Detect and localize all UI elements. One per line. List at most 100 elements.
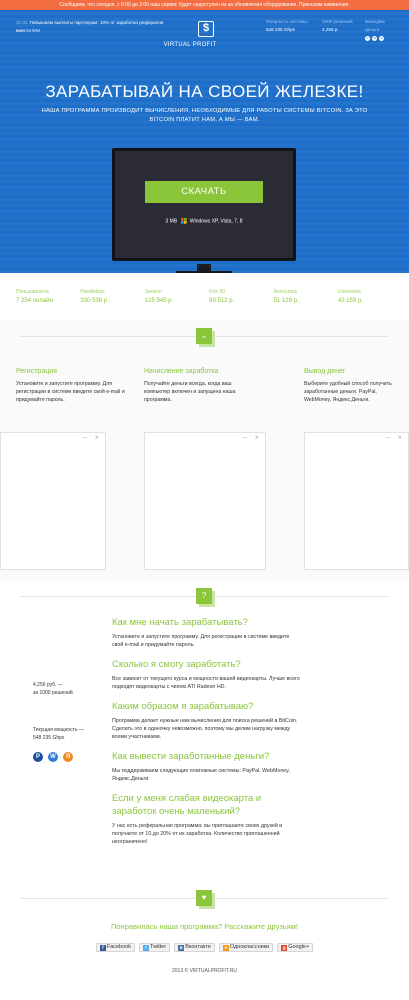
hero-headline: ЗАРАБАТЫВАЙ НА СВОЕЙ ЖЕЛЕЗКЕ! [45,82,364,101]
ad-placeholder: — ✕ [304,432,409,570]
step-text: Выберите удобный способ получить заработ… [304,381,392,403]
share-label: Одноклассники [229,944,270,950]
maintenance-alert: Сообщаем, что сегодня, с 0:00 до 2:00 на… [0,0,409,10]
earnings-rate-note: 4,256 руб. — за 1000 решений [33,682,73,697]
share-buttons: f Facebook t Twitter в Вконтакте о Однокласс… [0,943,409,952]
user-value: 330 536 р. [80,298,109,304]
faq-question: Если у меня слабая видеокарта и заработо… [112,793,262,817]
yandex-money-icon: Я [63,752,73,762]
share-title: Понравилась наша программа? Расскажите д… [110,922,299,931]
faq-section: Как мне начать зарабатывать? Установите … [112,616,302,855]
list-item: Username 42 159 р. [338,289,396,304]
news-date: 31.04 [16,20,28,25]
faq-answer: Программа делает нужные нам вычисления д… [112,718,298,740]
note-line: 4,256 руб. — [33,682,63,688]
payout-methods-stat: Выводим деньги P W Я [365,18,396,41]
paypal-icon: P [365,36,370,41]
faq-question: Сколько я смогу заработать? [112,659,241,670]
step-title: Начисление заработка [144,368,219,375]
user-name: Kira 90 [209,289,226,295]
webmoney-icon: W [372,36,377,41]
file-size: 3 MB [165,218,178,225]
vkontakte-icon: в [178,944,185,951]
monitor-base [176,271,232,273]
facebook-icon: f [99,944,106,951]
step-registration: Регистрация Установите и запустите прогр… [16,368,126,404]
payment-systems: P W Я [33,752,73,762]
download-info: 3 MB Windows XP, Vista, 7, 8 [115,218,293,224]
supported-os: Windows XP, Vista, 7, 8 [189,218,243,225]
user-name: Пользователи [16,289,49,295]
user-name: Anonymus [273,289,298,295]
vkontakte-share-button[interactable]: в Вконтакте [174,943,215,952]
list-item: Kira 90 89 512 р. [209,289,267,304]
google-plus-icon: g [281,944,288,951]
google-plus-share-button[interactable]: g Google+ [277,943,314,952]
dollar-logo-icon[interactable]: $ [198,21,214,37]
faq-question: Как мне начать зарабатывать? [112,617,248,628]
faq-answer: У нас есть реферальная программа: вы при… [112,823,283,845]
user-name: Parallelsss [80,289,105,295]
ad-placeholder: — ✕ [144,432,266,570]
news-ticker[interactable]: 31.04 Повышаем выплаты партнерам: 10% от … [16,19,166,35]
step-withdraw: Вывод денег Выберите удобный способ полу… [304,368,396,404]
list-item: Пользователи 7 254 онлайн [16,289,74,304]
odnoklassniki-icon: о [222,944,229,951]
rate-stat: 1000 решений 4,256 р. [322,18,353,34]
webmoney-icon: W [48,752,58,762]
share-label: Twitter [149,944,167,950]
user-value: 42 159 р. [337,298,363,304]
faq-answer: Установите и запустите программу. Для ре… [112,634,290,648]
stat-label: 1000 решений [322,19,353,24]
list-item: Anonymus 51 129 р. [274,289,332,304]
top-users-list: Пользователи 7 254 онлайн Parallelsss 330 … [16,289,396,304]
news-text: Повышаем выплаты партнерам: 10% от зараб… [16,20,164,33]
twitter-share-button[interactable]: t Twitter [138,943,171,952]
system-power-stat: Мощность системы 548 235 Ghps [266,18,308,34]
ad-placeholder: — ✕ [0,432,106,570]
chevron-down-icon[interactable]: ⌄ [196,328,212,344]
footer-copyright: 2013 © VIRTUALPROFIT.RU [172,968,237,974]
paypal-icon: P [33,752,43,762]
step-text: Установите и запустите программу. Для ре… [16,381,125,403]
share-label: Google+ [288,944,310,950]
faq-question: Каким образом я зарабатываю? [112,701,254,712]
faq-answer: Все зависит от текущего курса и мощности… [112,676,300,690]
stat-label: Выводим деньги [365,19,385,32]
note-line: Текущая мощность — [33,727,84,733]
stat-label: Мощность системы [266,19,308,24]
monitor-illustration: СКАЧАТЬ 3 MB Windows XP, Vista, 7, 8 [112,148,296,261]
current-power-note: Текущая мощность — 548 235 Ghps [33,727,84,742]
user-value: 51 129 р. [273,298,299,304]
hero-subline: НАША ПРОГРАММА ПРОИЗВОДИТ ВЫЧИСЛЕНИЯ, НЕ… [41,108,368,123]
twitter-icon: t [142,944,149,951]
user-name: Username [337,289,362,295]
stat-value: 548 235 Ghps [266,27,295,32]
user-value: 125 945 р. [144,298,174,304]
share-label: Facebook [106,944,131,950]
step-title: Регистрация [16,368,57,375]
step-title: Вывод денег [304,368,346,375]
heart-icon[interactable]: ♥ [196,890,212,906]
list-item: Parallelsss 330 536 р. [80,289,138,304]
facebook-share-button[interactable]: f Facebook [95,943,135,952]
logo-text[interactable]: VIRTUAL PROFIT [160,42,220,48]
stat-value: 4,256 р. [322,27,339,32]
note-line: за 1000 решений [33,689,73,696]
ad-close-controls[interactable]: — ✕ [385,435,405,441]
ad-close-controls[interactable]: — ✕ [242,435,262,441]
user-name: Sevenn [144,289,162,295]
odnoklassniki-share-button[interactable]: о Одноклассники [218,943,274,952]
faq-answer: Мы поддерживаем следующие платежные сист… [112,768,290,782]
yandex-money-icon: Я [379,36,384,41]
ad-close-controls[interactable]: — ✕ [82,435,102,441]
list-item: Sevenn 125 945 р. [145,289,203,304]
hero-section: 31.04 Повышаем выплаты партнерам: 10% от … [0,10,409,273]
windows-icon [180,218,187,224]
note-line: 548 235 Ghps [33,734,65,741]
user-value: 7 254 онлайн [16,298,53,304]
step-text: Получайте деньги всегда, когда ваш компь… [144,381,236,403]
download-button[interactable]: СКАЧАТЬ [145,181,263,203]
question-icon[interactable]: ? [196,588,212,604]
step-earnings: Начисление заработка Получайте деньги вс… [144,368,254,404]
